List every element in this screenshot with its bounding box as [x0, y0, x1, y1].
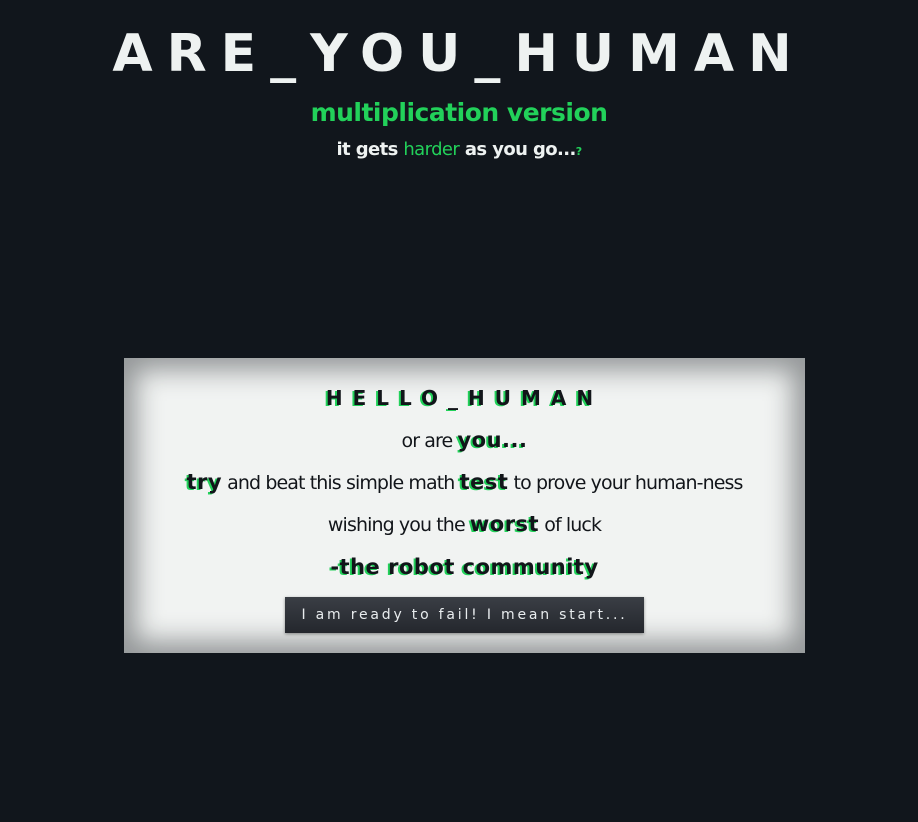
intro-card: HELLO_HUMAN or are you... try and beat t…: [124, 358, 805, 653]
card-line-try: try and beat this simple math test to pr…: [124, 468, 805, 497]
card-line-or-are-you: or are you...: [124, 426, 805, 455]
card-line-emphasis: worst: [469, 512, 540, 536]
tagline-text: it gets: [336, 139, 404, 160]
card-line-text: of luck: [539, 514, 602, 536]
card-signature: -the robot community: [330, 555, 599, 579]
page-subtitle: multiplication version: [310, 98, 608, 127]
card-title: HELLO_HUMAN: [325, 386, 604, 410]
tagline: it gets harder as you go...?: [0, 137, 918, 165]
page-title: ARE_YOU_HUMAN: [112, 24, 806, 84]
card-line-text: wishing you the: [327, 514, 470, 536]
start-button[interactable]: I am ready to fail! I mean start...: [285, 597, 644, 633]
card-line-text: or are: [401, 430, 458, 452]
tagline-highlight: harder: [403, 139, 460, 160]
card-line-emphasis: test: [459, 470, 509, 494]
card-line-emphasis: you...: [457, 428, 528, 452]
card-line-wishing: wishing you the worst of luck: [124, 510, 805, 539]
tagline-text-end: as you go...: [459, 139, 576, 160]
card-line-text: to prove your human-ness: [508, 472, 744, 494]
card-line-emphasis: try: [186, 470, 223, 494]
tagline-question-mark: ?: [575, 145, 582, 158]
card-line-text: and beat this simple math: [222, 472, 460, 494]
